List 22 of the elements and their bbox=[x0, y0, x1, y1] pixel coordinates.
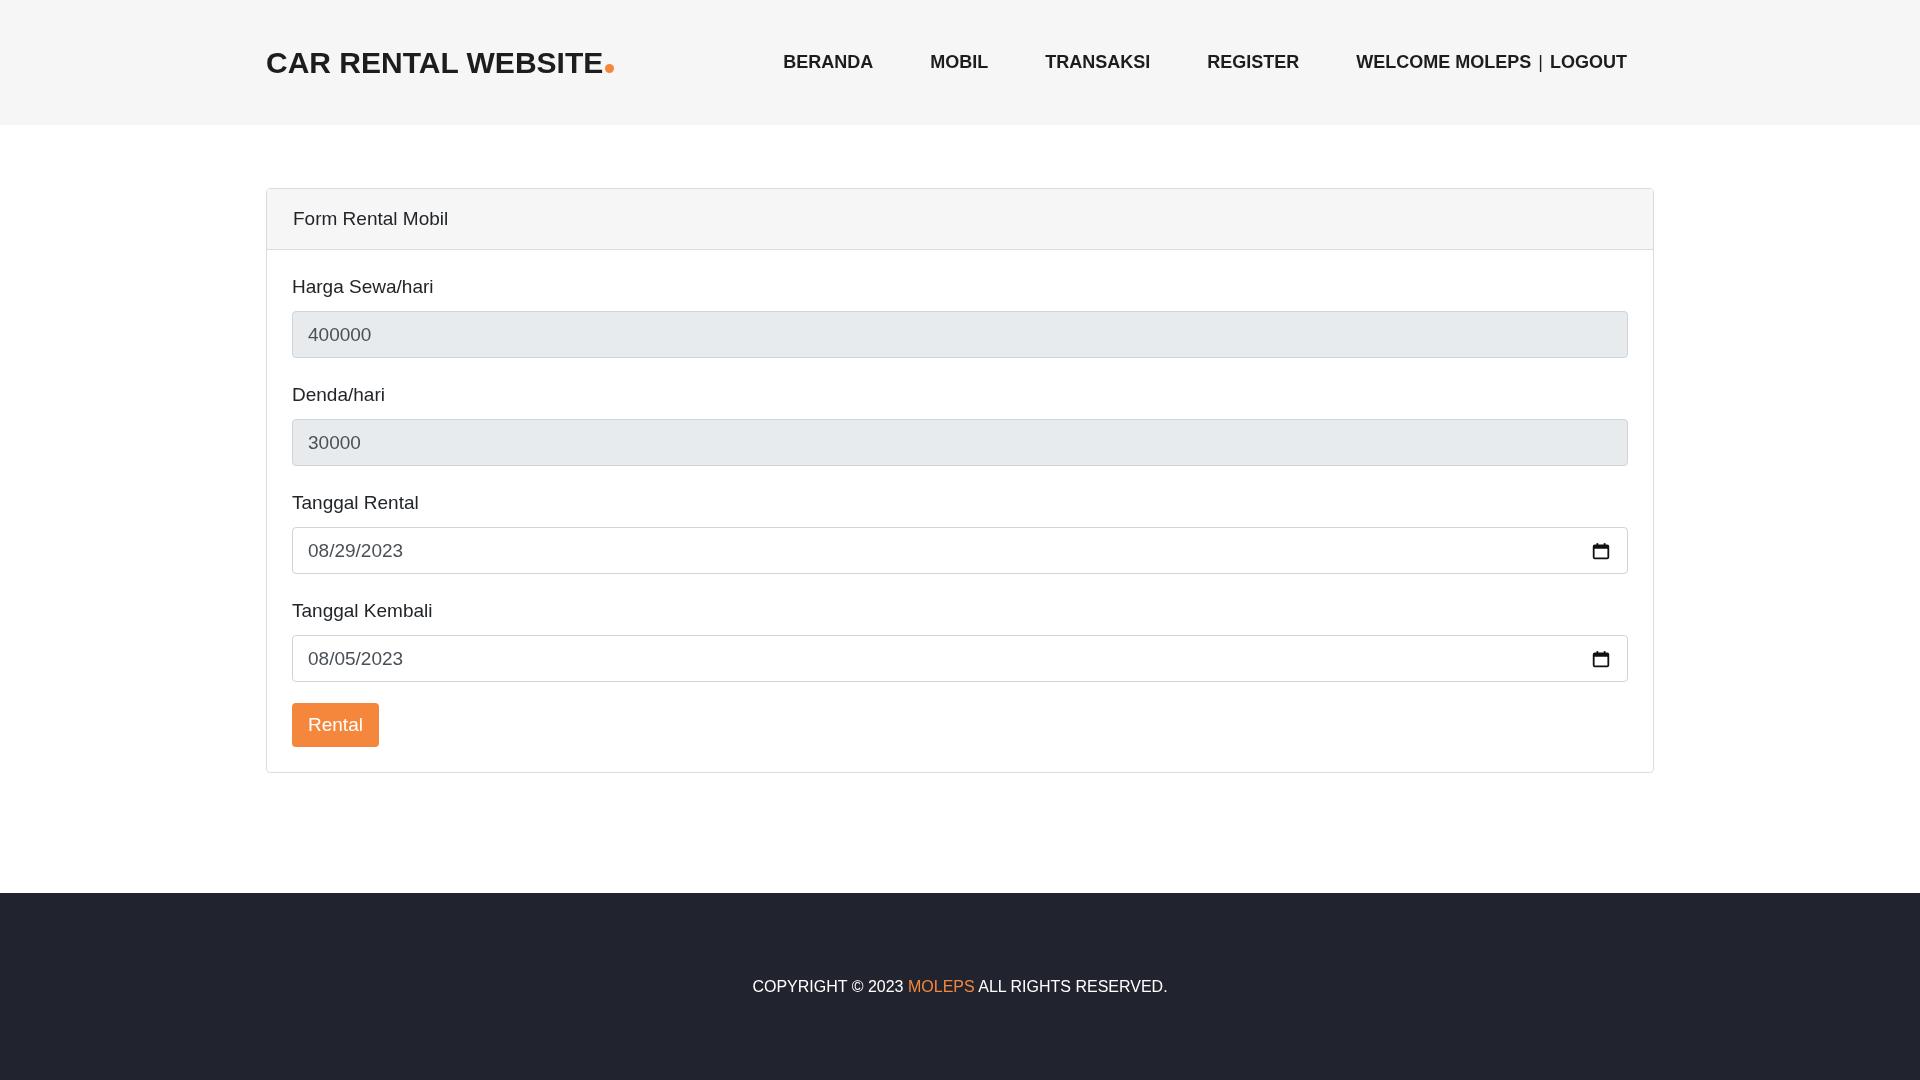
nav-link[interactable]: TRANSAKSI bbox=[1045, 52, 1151, 73]
welcome-text: WELCOME MOLEPS bbox=[1356, 52, 1532, 73]
copyright-text: COPYRIGHT © 2023 MOLEPS ALL RIGHTS RESERVED. bbox=[752, 977, 1168, 996]
dot-icon bbox=[605, 63, 615, 73]
date-field[interactable]: 08/29/2023 bbox=[292, 527, 1628, 574]
logout-link[interactable]: LOGOUT bbox=[1550, 52, 1627, 73]
date-field[interactable]: 08/05/2023 bbox=[292, 635, 1628, 682]
input-field: 400000 bbox=[292, 311, 1628, 358]
field-label: Harga Sewa/hari bbox=[292, 276, 435, 298]
input-field: 30000 bbox=[292, 419, 1628, 466]
field-label: Denda/hari bbox=[292, 384, 386, 406]
field-label: Tanggal Rental bbox=[292, 492, 420, 514]
calendar-icon[interactable] bbox=[1592, 649, 1610, 668]
calendar-icon[interactable] bbox=[1592, 541, 1610, 560]
separator: | bbox=[1538, 52, 1543, 73]
nav-link[interactable]: REGISTER bbox=[1207, 52, 1300, 73]
nav-link[interactable]: MOBIL bbox=[930, 52, 989, 73]
form-title: Form Rental Mobil bbox=[293, 208, 449, 230]
nav-link[interactable]: BERANDA bbox=[783, 52, 874, 73]
footer-link[interactable]: MOLEPS bbox=[907, 977, 975, 995]
field-label: Tanggal Kembali bbox=[292, 600, 434, 622]
site-logo[interactable]: CAR RENTAL WEBSITE bbox=[266, 45, 604, 80]
